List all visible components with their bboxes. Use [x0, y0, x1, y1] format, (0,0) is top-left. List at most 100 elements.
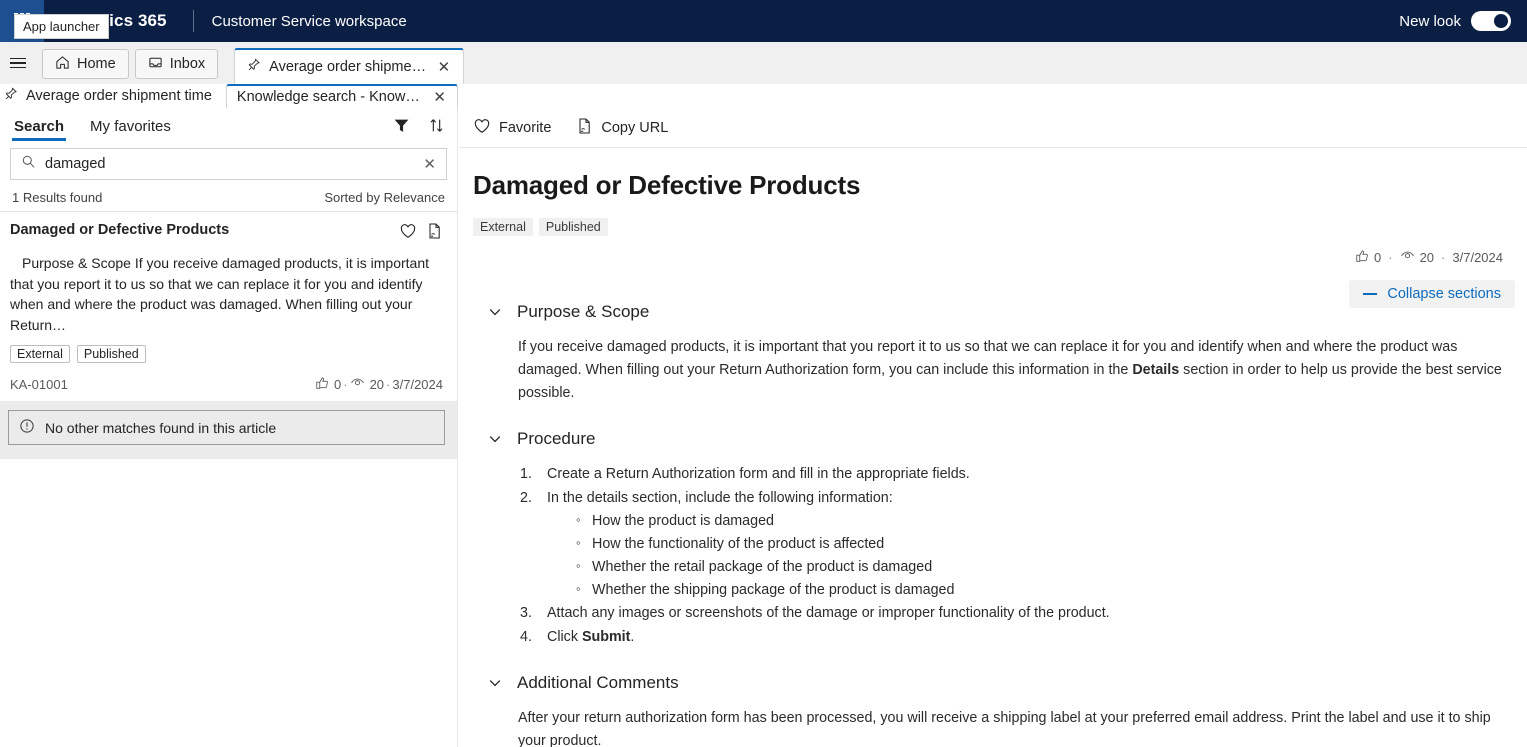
hamburger-menu-icon[interactable] [0, 42, 36, 84]
heart-icon [473, 117, 491, 139]
app-title: Customer Service workspace [211, 12, 407, 30]
chevron-down-icon [487, 431, 503, 447]
status-badge: Published [538, 218, 608, 236]
session-tab-strip: Average order shipment time Knowledge se… [0, 84, 1527, 108]
search-box[interactable]: ✕ [10, 148, 447, 180]
search-results-meta: 1 Results found Sorted by Relevance [0, 180, 457, 211]
list-number: 2. [520, 489, 532, 506]
results-count: 1 Results found [12, 190, 103, 205]
nav-button-home[interactable]: Home [42, 49, 129, 79]
emphasized-text: Details [1132, 362, 1180, 379]
list-item: Whether the shipping package of the prod… [576, 578, 1505, 602]
emphasized-text: Submit [581, 628, 631, 645]
paragraph: If you receive damaged products, it is i… [518, 336, 1505, 405]
article-reader-pane: Favorite Copy URL Damaged or Defective P… [459, 108, 1527, 747]
nav-button-inbox-label: Inbox [169, 56, 206, 72]
no-matches-banner: No other matches found in this article [8, 410, 445, 446]
copy-url-button[interactable]: Copy URL [575, 117, 668, 139]
list-item: How the product is damaged [576, 509, 1505, 533]
tab-search[interactable]: Search [12, 111, 67, 141]
suite-header-bar: Dynamics 365 Customer Service workspace … [0, 0, 1527, 42]
article-section: Additional Comments After your return aut… [487, 673, 1505, 747]
close-icon[interactable]: ✕ [423, 157, 436, 172]
article-body: Damaged or Defective Products External P… [459, 148, 1527, 747]
minus-icon [1363, 293, 1378, 295]
list-item: How the functionality of the product is … [576, 532, 1505, 556]
section-content: 1. Create a Return Authorization form and… [487, 463, 1505, 648]
copy-url-icon[interactable] [425, 222, 443, 245]
nav-button-inbox[interactable]: Inbox [134, 49, 219, 79]
app-tab-average-order-shipment-time[interactable]: Average order shipment ti... ✕ [234, 48, 465, 84]
search-panel-tabs: Search My favorites [0, 108, 457, 142]
filter-icon[interactable] [393, 117, 410, 134]
no-matches-container: No other matches found in this article [0, 402, 457, 460]
list-number: 3. [520, 605, 532, 622]
section-header[interactable]: Additional Comments [487, 673, 1505, 693]
knowledge-search-panel: Search My favorites ✕ 1 Resu [0, 108, 458, 747]
paragraph: After your return authorization form has… [518, 707, 1505, 747]
article-section: Purpose & Scope If you receive damaged pr… [487, 302, 1505, 405]
home-icon [55, 55, 70, 74]
list-number: 1. [520, 466, 532, 483]
info-icon [19, 418, 35, 437]
chevron-down-icon [487, 675, 503, 691]
sort-icon[interactable] [428, 117, 445, 134]
tab-my-favorites[interactable]: My favorites [88, 111, 173, 140]
likes-count: 0 [334, 376, 342, 392]
pin-icon [247, 58, 261, 76]
favorite-button[interactable]: Favorite [473, 117, 551, 139]
section-heading: Additional Comments [517, 672, 679, 692]
search-results-list: Damaged or Defective Products Purpose & … [0, 211, 457, 403]
search-result-title: Damaged or Defective Products [10, 222, 230, 238]
session-tab-title: Knowledge search - Knowled... [236, 89, 423, 105]
inbox-icon [148, 55, 163, 74]
status-badge: Published [76, 345, 146, 364]
thumbs-up-icon [1355, 249, 1369, 266]
section-content: If you receive damaged products, it is i… [487, 336, 1505, 405]
search-result-chips: External Published [10, 345, 443, 364]
list-item: 2. In the details section, include the fo… [520, 487, 1505, 510]
collapse-sections-label: Collapse sections [1387, 286, 1501, 302]
new-look-label: New look [1399, 12, 1461, 30]
thumbs-up-icon [315, 376, 329, 393]
article-sections: Purpose & Scope If you receive damaged pr… [473, 302, 1505, 747]
separator: · [343, 376, 348, 392]
body-text: Create a Return Authorization form and f… [547, 466, 970, 483]
heart-icon[interactable] [399, 222, 417, 245]
close-icon[interactable]: ✕ [430, 88, 449, 107]
article-command-bar: Favorite Copy URL [459, 108, 1527, 148]
navigation-tab-strip: Home Inbox Average order shipment ti... … [0, 42, 1527, 84]
session-header[interactable]: Average order shipment time [0, 84, 226, 108]
body-text: . [630, 628, 635, 645]
views-count: 20 [1419, 249, 1435, 265]
list-item: 3. Attach any images or screenshots of th… [520, 602, 1505, 625]
session-label-text: Average order shipment time [26, 88, 212, 104]
body-text: Attach any images or screenshots of the … [547, 605, 1110, 622]
app-tab-title: Average order shipment ti... [269, 59, 426, 75]
page-title: Damaged or Defective Products [473, 170, 861, 200]
body-text: After your return authorization form has… [518, 709, 1491, 747]
header-divider [192, 10, 194, 32]
session-tab-knowledge-search[interactable]: Knowledge search - Knowled... ✕ [225, 84, 458, 108]
search-result-snippet: Purpose & Scope If you receive damaged p… [10, 255, 429, 333]
list-number: 4. [520, 628, 532, 645]
section-header[interactable]: Procedure [487, 429, 1505, 449]
search-result-card[interactable]: Damaged or Defective Products Purpose & … [0, 212, 457, 403]
close-icon[interactable]: ✕ [435, 58, 454, 77]
status-badge: External [10, 345, 70, 364]
new-look-toggle[interactable] [1471, 11, 1511, 31]
app-launcher-tooltip: App launcher [14, 14, 109, 39]
search-input[interactable] [45, 156, 415, 172]
favorite-button-label: Favorite [499, 119, 552, 136]
collapse-sections-button[interactable]: Collapse sections [1349, 280, 1515, 308]
eye-icon [1400, 248, 1415, 266]
procedure-list: 1. Create a Return Authorization form and… [518, 463, 1505, 648]
no-matches-text: No other matches found in this article [45, 419, 277, 436]
section-heading: Procedure [517, 429, 596, 449]
sorted-by-label[interactable]: Sorted by Relevance [324, 190, 445, 205]
section-content: After your return authorization form has… [487, 707, 1505, 747]
list-item: 4. Click Submit. [520, 626, 1505, 649]
search-result-article-id: KA-01001 [10, 376, 68, 392]
copy-url-button-label: Copy URL [601, 119, 669, 136]
separator: · [1388, 249, 1393, 265]
